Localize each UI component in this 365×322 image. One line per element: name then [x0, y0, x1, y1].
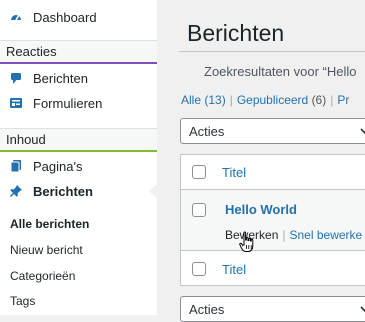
bulk-actions-select-top[interactable]: Acties — [180, 118, 365, 144]
row-action-separator: | — [282, 228, 286, 242]
pin-icon — [9, 184, 23, 198]
menu-item-berichten-reacties[interactable]: Berichten — [0, 66, 157, 90]
submenu-alle-berichten[interactable]: Alle berichten — [10, 217, 89, 231]
bulk-actions-select-bottom[interactable]: Acties — [180, 296, 365, 322]
title-divider — [179, 51, 365, 52]
pages-icon — [9, 159, 23, 173]
menu-label-paginas: Pagina's — [33, 158, 83, 174]
table-header-row: Titel — [181, 155, 365, 190]
dashboard-icon — [9, 10, 23, 24]
hand-pointer-cursor-icon — [239, 231, 255, 256]
bulk-actions-value: Acties — [189, 123, 225, 139]
main-content: Berichten Zoekresultaten voor “Hello All… — [157, 0, 365, 322]
posts-table: Titel Hello World Bewerken | Snel bewerke … — [180, 154, 365, 286]
submenu-categorieen[interactable]: Categorieën — [10, 269, 75, 283]
menu-label-berichten-reacties: Berichten — [33, 70, 88, 86]
quick-edit-link[interactable]: Snel bewerke — [290, 228, 363, 242]
section-label-reacties: Reacties — [6, 44, 57, 59]
menu-item-formulieren[interactable]: Formulieren — [0, 91, 157, 115]
select-all-checkbox[interactable] — [192, 165, 206, 179]
filter-published-label: Gepubliceerd — [236, 93, 309, 107]
comment-icon — [9, 71, 23, 85]
menu-label-berichten: Berichten — [33, 183, 93, 199]
filter-all-link[interactable]: Alle (13) — [181, 93, 226, 107]
current-menu-arrow — [149, 184, 157, 198]
filter-private-link[interactable]: Pr — [337, 93, 349, 107]
search-results-subtitle: Zoekresultaten voor “Hello — [204, 64, 357, 79]
bulk-actions-value-bottom: Acties — [189, 301, 225, 317]
filter-published-link[interactable]: Gepubliceerd — [237, 93, 308, 107]
status-filters: Alle (13) | Gepubliceerd (6) | Pr — [181, 93, 349, 107]
filter-separator: | — [330, 93, 334, 107]
admin-sidebar: Dashboard Reacties Berichten Formulieren… — [0, 0, 157, 315]
menu-item-berichten[interactable]: Berichten — [0, 179, 157, 203]
chevron-down-icon — [359, 303, 365, 318]
menu-item-paginas[interactable]: Pagina's — [0, 154, 157, 178]
menu-label-formulieren: Formulieren — [33, 95, 103, 111]
section-label-inhoud: Inhoud — [6, 132, 46, 147]
menu-label-dashboard: Dashboard — [33, 9, 97, 25]
page-title: Berichten — [187, 20, 285, 46]
filter-separator: | — [229, 93, 233, 107]
submenu-tags[interactable]: Tags — [10, 294, 35, 308]
section-header-reacties: Reacties — [0, 40, 157, 64]
chevron-down-icon — [359, 125, 365, 140]
post-title-link[interactable]: Hello World — [225, 202, 297, 217]
form-icon — [9, 96, 23, 110]
filter-published-count: (6) — [311, 93, 327, 107]
filter-all-label: Alle — [181, 93, 202, 107]
filter-all-count: (13) — [204, 93, 226, 107]
column-title-header[interactable]: Titel — [222, 165, 246, 180]
menu-item-dashboard[interactable]: Dashboard — [0, 5, 157, 29]
column-title-footer[interactable]: Titel — [222, 262, 246, 277]
table-footer-row: Titel — [181, 250, 365, 286]
submenu-nieuw-bericht[interactable]: Nieuw bericht — [10, 243, 83, 257]
select-all-checkbox-footer[interactable] — [192, 262, 206, 276]
section-header-inhoud: Inhoud — [0, 128, 157, 152]
row-checkbox[interactable] — [192, 203, 206, 217]
